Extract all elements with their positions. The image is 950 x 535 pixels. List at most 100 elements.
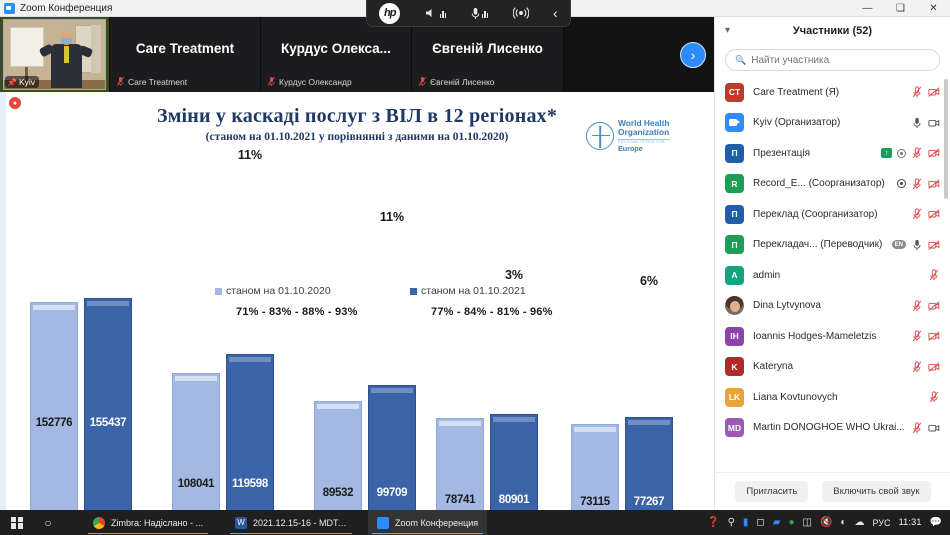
onedrive-icon[interactable]: ☁ (854, 517, 864, 528)
video-tile-kyiv[interactable]: 📌 Kyiv (0, 17, 110, 92)
mic-muted-icon[interactable] (911, 330, 923, 342)
tile-foot: Євгеній Лисенко (418, 76, 495, 87)
video-tile-kurdus[interactable]: Курдус Олекса... Курдус Олександр (261, 17, 412, 92)
participant-name: Record_E... (Соорганизатор) (753, 178, 885, 190)
taskbar-app-label: 2021.12.15-16 - MDTs... (253, 517, 347, 528)
taskbar-app-word[interactable]: W 2021.12.15-16 - MDTs... (226, 510, 356, 535)
participant-row-ioannis[interactable]: IH Ioannis Hodges-Mameletzis (715, 321, 950, 352)
participant-row-liana[interactable]: LK Liana Kovtunovych (715, 382, 950, 413)
camera-off-icon[interactable] (928, 239, 940, 251)
participant-row-pereklad[interactable]: П Переклад (Соорганизатор) (715, 199, 950, 230)
participant-row-kateryna[interactable]: K Kateryna (715, 352, 950, 383)
start-button[interactable] (0, 516, 34, 529)
camera-tray-icon[interactable]: ◻ (756, 517, 764, 528)
help-icon[interactable]: ❓ (707, 517, 719, 528)
participant-row-perekladach[interactable]: П Перекладач... (Переводчик) EN (715, 230, 950, 261)
window-controls: — ❑ ✕ (851, 0, 950, 17)
mic-on-icon[interactable] (911, 117, 923, 129)
invite-button[interactable]: Пригласить (735, 481, 809, 502)
chrome-icon (93, 516, 105, 529)
avatar (725, 113, 744, 133)
close-button[interactable]: ✕ (917, 0, 950, 17)
participants-title: Участники (52) (792, 25, 873, 37)
participant-search[interactable]: 🔍 (725, 49, 940, 71)
network-share-icon[interactable]: ⚲ (728, 517, 735, 528)
slide-left-accent (0, 92, 6, 510)
security-icon[interactable]: ● (788, 517, 794, 528)
taskbar-search-button[interactable]: ○ (34, 516, 62, 530)
bar-value: 155437 (89, 417, 127, 429)
taskbar-clock[interactable]: 11:31 (898, 518, 921, 528)
participant-row-record[interactable]: R Record_E... (Соорганизатор) (715, 169, 950, 200)
participant-row-prezentatsiya[interactable]: П Презентація ↑ (715, 138, 950, 169)
participant-row-care-treatment[interactable]: CT Care Treatment (Я) (715, 77, 950, 108)
zoom-meeting-icon[interactable]: ▰ (773, 517, 781, 528)
microphone-icon[interactable] (471, 7, 489, 20)
bar-2020-3: 78741 (436, 418, 484, 510)
participant-name: Kateryna (753, 361, 794, 373)
mic-muted-icon[interactable] (911, 300, 923, 312)
camera-off-icon[interactable] (928, 178, 940, 190)
bar-value: 77267 (633, 496, 665, 508)
video-tile-care-treatment[interactable]: Care Treatment Care Treatment (110, 17, 261, 92)
mic-muted-icon[interactable] (928, 391, 940, 403)
mic-muted-icon[interactable] (911, 178, 923, 190)
taskbar-app-zimbra[interactable]: Zimbra: Надіслано - ... (84, 510, 212, 535)
mic-muted-icon[interactable] (911, 361, 923, 373)
mic-muted-icon (267, 76, 276, 87)
avatar: П (725, 235, 744, 255)
camera-off-icon[interactable] (928, 300, 940, 312)
avatar-initials: A (731, 270, 738, 281)
participants-header: ▾ Участники (52) (715, 17, 950, 45)
windows-icon (11, 516, 23, 529)
minimize-button[interactable]: — (851, 0, 884, 17)
mic-muted-icon[interactable] (911, 208, 923, 220)
participant-row-kyiv[interactable]: Kyiv (Организатор) (715, 108, 950, 139)
search-input[interactable] (751, 54, 930, 66)
participant-row-dina[interactable]: Dina Lytvynova (715, 291, 950, 322)
speaker-icon[interactable] (425, 7, 447, 19)
shared-screen-slide: ● Зміни у каскаді послуг з ВІЛ в 12 регі… (0, 92, 714, 510)
battery-icon[interactable]: ◫ (802, 517, 811, 528)
participant-row-martin[interactable]: MD Martin DONOGHOE WHO Ukrai... (715, 413, 950, 444)
participants-footer: Пригласить Включить свой звук (715, 472, 950, 510)
notification-icon[interactable]: 💬 (930, 517, 942, 528)
collapse-chevron-icon[interactable]: ‹ (553, 5, 558, 21)
language-indicator[interactable]: РУС (872, 518, 890, 528)
taskbar-app-zoom[interactable]: Zoom Конференция (368, 510, 488, 535)
broadcast-icon[interactable] (512, 6, 529, 20)
camera-off-icon[interactable] (928, 147, 940, 159)
who-emblem-icon (586, 122, 614, 150)
avatar-initials: LK (728, 392, 741, 403)
camera-off-icon[interactable] (928, 361, 940, 373)
maximize-button[interactable]: ❑ (884, 0, 917, 17)
camera-on-icon[interactable] (928, 117, 940, 129)
participant-row-admin[interactable]: A admin (715, 260, 950, 291)
unmute-button[interactable]: Включить свой звук (822, 481, 931, 502)
bar-2020-1: 108041 (172, 373, 220, 510)
zoom-tray-icon[interactable]: ▮ (743, 517, 749, 528)
avatar-initials: MD (727, 422, 742, 433)
participants-scrollbar[interactable] (944, 79, 948, 199)
next-page-button[interactable]: › (680, 41, 706, 68)
volume-mute-icon[interactable]: 🔇 (820, 517, 832, 528)
mic-muted-icon[interactable] (911, 86, 923, 98)
camera-on-icon[interactable] (928, 422, 940, 434)
mic-muted-icon[interactable] (928, 269, 940, 281)
bar-value: 152776 (35, 417, 73, 429)
taskbar-app-label: Zimbra: Надіслано - ... (111, 517, 203, 528)
participants-panel: ▾ Участники (52) 🔍 CT Care Treatment (Я)… (714, 17, 950, 510)
camera-off-icon[interactable] (928, 330, 940, 342)
camera-off-icon[interactable] (928, 86, 940, 98)
growth-label-3: 3% (504, 268, 524, 282)
system-tray: ❓ ⚲ ▮ ◻ ▰ ● ◫ 🔇 ◐ ☁ РУС 11:31 💬 (707, 517, 950, 528)
mic-muted-icon[interactable] (911, 422, 923, 434)
mic-muted-icon[interactable] (911, 147, 923, 159)
mic-on-icon[interactable] (911, 239, 923, 251)
camera-off-icon[interactable] (928, 208, 940, 220)
bar-value: 108041 (177, 478, 215, 490)
participant-list[interactable]: CT Care Treatment (Я) Kyiv (Организатор)… (715, 77, 950, 443)
wifi-icon[interactable]: ◐ (840, 517, 846, 528)
video-tile-lysenko[interactable]: Євгеній Лисенко Євгеній Лисенко (412, 17, 564, 92)
chevron-down-icon[interactable]: ▾ (725, 25, 730, 36)
